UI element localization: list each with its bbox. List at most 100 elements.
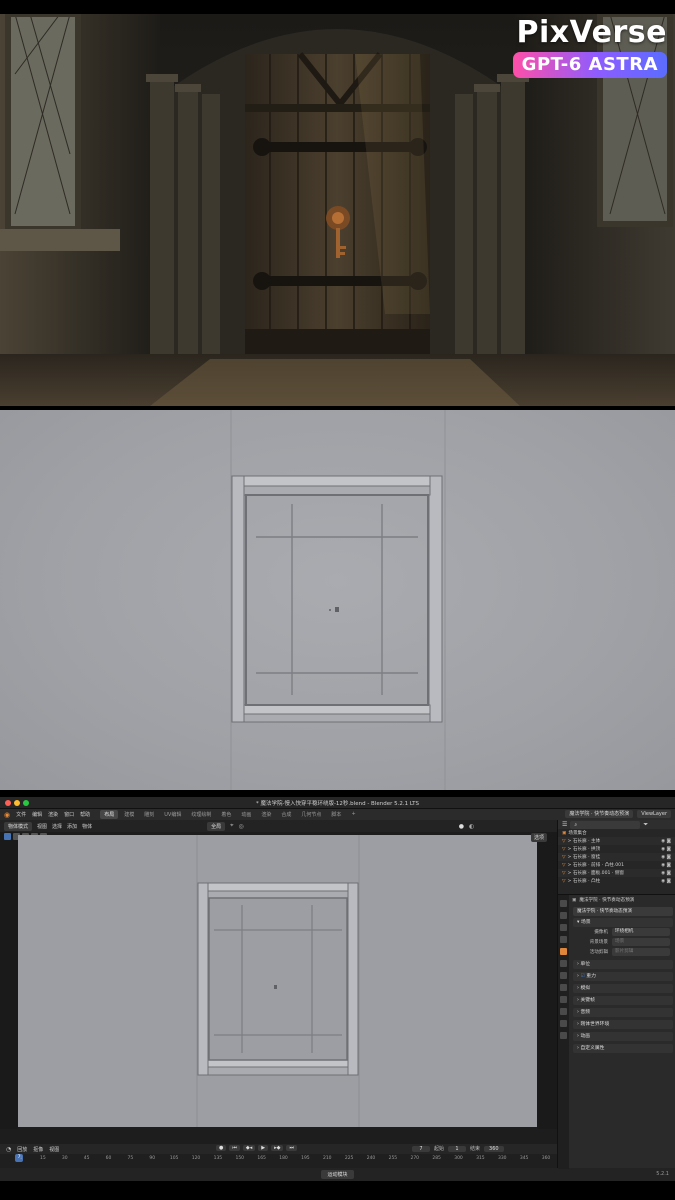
menu-file[interactable]: 文件: [16, 811, 26, 818]
start-frame-field[interactable]: 1: [448, 1145, 467, 1152]
property-section[interactable]: › 自定义属性: [573, 1044, 673, 1053]
menu-object[interactable]: 物体: [82, 823, 92, 830]
menu-window[interactable]: 窗口: [64, 811, 74, 818]
shading-material-icon[interactable]: ◐: [469, 823, 474, 830]
3d-viewport[interactable]: [18, 835, 537, 1127]
outliner-search-input[interactable]: ⌕: [570, 820, 641, 829]
visibility-toggle-icon[interactable]: ◉ ◙: [661, 863, 671, 868]
outliner-row[interactable]: ▽ > 石长廊 · 前排 · 凸柱.001 ◉ ◙: [558, 861, 675, 869]
snap-icon[interactable]: ⌖: [230, 822, 233, 830]
transform-orientation-dropdown[interactable]: 全局: [207, 821, 226, 831]
frame-range: 7 起始 1 结束 360: [412, 1145, 504, 1152]
tab-texture-paint[interactable]: 纹理绘制: [187, 810, 215, 819]
tab-compositing[interactable]: 合成: [277, 810, 295, 819]
proportional-edit-icon[interactable]: ◎: [238, 823, 243, 830]
outliner-editor-icon[interactable]: ☰: [562, 821, 567, 828]
visibility-toggle-icon[interactable]: ◉ ◙: [661, 879, 671, 884]
object-icon: ▽: [562, 854, 566, 860]
options-dropdown[interactable]: 选项: [531, 833, 548, 842]
object-mode-dropdown[interactable]: 物体模式: [4, 821, 33, 831]
prev-key-icon[interactable]: ◆◂: [242, 1145, 256, 1151]
outliner-row[interactable]: ▽ > 石长廊 · 窗挂 ◉ ◙: [558, 853, 675, 861]
tab-animation[interactable]: 动画: [237, 810, 255, 819]
menu-help[interactable]: 帮助: [80, 811, 90, 818]
visibility-toggle-icon[interactable]: ◉ ◙: [661, 839, 671, 844]
outliner-row[interactable]: ▽ > 石长廊 · 拱顶 ◉ ◙: [558, 845, 675, 853]
menu-add[interactable]: 添加: [67, 823, 77, 830]
outliner-row[interactable]: ▣ 场景集合: [558, 829, 675, 837]
filter-icon[interactable]: ⏷: [643, 821, 648, 829]
frame-tick-label: 240: [366, 1156, 376, 1161]
property-section[interactable]: › 单位: [573, 960, 673, 969]
minimize-window-button[interactable]: [14, 800, 20, 806]
menu-timeline-view[interactable]: 视图: [49, 1146, 59, 1153]
pixverse-watermark: PixVerse GPT-6 ASTRA: [512, 16, 667, 78]
select-box-icon[interactable]: [4, 833, 11, 840]
property-section[interactable]: › ☑ 重力: [573, 972, 673, 981]
data-tab-icon[interactable]: [560, 1020, 567, 1027]
scene-tab-icon[interactable]: [560, 948, 567, 955]
property-section[interactable]: › 关键帧: [573, 996, 673, 1005]
menu-keying[interactable]: 抠像: [33, 1146, 43, 1153]
render-tab-icon[interactable]: [560, 912, 567, 919]
outliner-row[interactable]: ▽ > 石长廊 · 主体 ◉ ◙: [558, 837, 675, 845]
clip-field[interactable]: 影片剪辑: [612, 948, 670, 956]
background-field[interactable]: 场景: [612, 938, 670, 946]
scene-name-field[interactable]: 魔法学院 · 快节奏动态预演: [573, 907, 673, 916]
property-section[interactable]: › 刚体世界环境: [573, 1020, 673, 1029]
next-key-icon[interactable]: ▸◆: [271, 1145, 284, 1151]
outliner-row[interactable]: ▽ > 石长廊 · 凸柱 ◉ ◙: [558, 877, 675, 885]
scene-field[interactable]: 魔法学院 · 快节奏动态预演: [565, 810, 634, 818]
tab-shading[interactable]: 着色: [217, 810, 235, 819]
tab-rendering[interactable]: 渲染: [257, 810, 275, 819]
outliner-panel: ☰ ⌕ ⏷ ▣ 场景集合 ▽ > 石长廊 · 主体 ◉ ◙ ▽ > 石长廊 · 拱顶 ◉ ◙ ▽…: [557, 820, 675, 894]
camera-field[interactable]: 环绕相机: [612, 928, 670, 936]
property-section[interactable]: › 音频: [573, 1008, 673, 1017]
property-section[interactable]: › 模拟: [573, 984, 673, 993]
close-window-button[interactable]: [5, 800, 11, 806]
end-frame-field[interactable]: 360: [484, 1145, 504, 1152]
output-tab-icon[interactable]: [560, 924, 567, 931]
menu-select[interactable]: 选择: [52, 823, 62, 830]
shading-solid-icon[interactable]: ●: [459, 823, 464, 830]
frame-tick-label: 45: [83, 1156, 90, 1161]
tool-tab-icon[interactable]: [560, 900, 567, 907]
jump-start-icon[interactable]: ⏮: [229, 1145, 240, 1151]
timeline-editor-icon[interactable]: ◔: [6, 1146, 11, 1153]
property-section[interactable]: › 动画: [573, 1032, 673, 1041]
current-frame-field[interactable]: 7: [412, 1145, 430, 1152]
view-layer-field[interactable]: ViewLayer: [637, 810, 671, 818]
visibility-toggle-icon[interactable]: ◉ ◙: [661, 855, 671, 860]
play-icon[interactable]: ▶: [258, 1145, 269, 1151]
constraint-tab-icon[interactable]: [560, 1008, 567, 1015]
add-workspace-icon[interactable]: +: [347, 810, 359, 819]
world-tab-icon[interactable]: [560, 960, 567, 967]
tab-scripting[interactable]: 脚本: [327, 810, 345, 819]
modifier-tab-icon[interactable]: [560, 984, 567, 991]
menu-playback[interactable]: 回放: [17, 1146, 27, 1153]
object-tab-icon[interactable]: [560, 972, 567, 979]
physics-tab-icon[interactable]: [560, 996, 567, 1003]
maximize-window-button[interactable]: [23, 800, 29, 806]
menu-view[interactable]: 视图: [37, 823, 47, 830]
tab-uv-editing[interactable]: UV编辑: [160, 810, 185, 819]
tab-geometry-nodes[interactable]: 几何节点: [297, 810, 325, 819]
tab-sculpting[interactable]: 雕刻: [140, 810, 158, 819]
section-scene[interactable]: ▾ 场景: [573, 918, 673, 927]
material-tab-icon[interactable]: [560, 1032, 567, 1039]
outliner-row[interactable]: ▽ > 石长廊 · 面板.001 · 侧窗 ◉ ◙: [558, 869, 675, 877]
tab-modeling[interactable]: 建模: [120, 810, 138, 819]
menu-render[interactable]: 渲染: [48, 811, 58, 818]
tab-layout[interactable]: 布局: [100, 810, 119, 819]
status-chip[interactable]: 运动模块: [321, 1170, 354, 1179]
record-icon[interactable]: ●: [216, 1145, 227, 1151]
visibility-toggle-icon[interactable]: ◉ ◙: [661, 847, 671, 852]
blender-logo-icon[interactable]: ◉: [4, 811, 10, 819]
frame-tick-label: 330: [497, 1156, 507, 1161]
jump-end-icon[interactable]: ⏭: [286, 1145, 297, 1151]
timeline-ruler[interactable]: 7 1 15 30 45 60 75 90 105 120 135 150 165 180 195 210 2…: [0, 1154, 557, 1168]
visibility-toggle-icon[interactable]: ◉ ◙: [661, 871, 671, 876]
menu-edit[interactable]: 编辑: [32, 811, 42, 818]
object-icon: ▽: [562, 838, 566, 844]
view-layer-tab-icon[interactable]: [560, 936, 567, 943]
